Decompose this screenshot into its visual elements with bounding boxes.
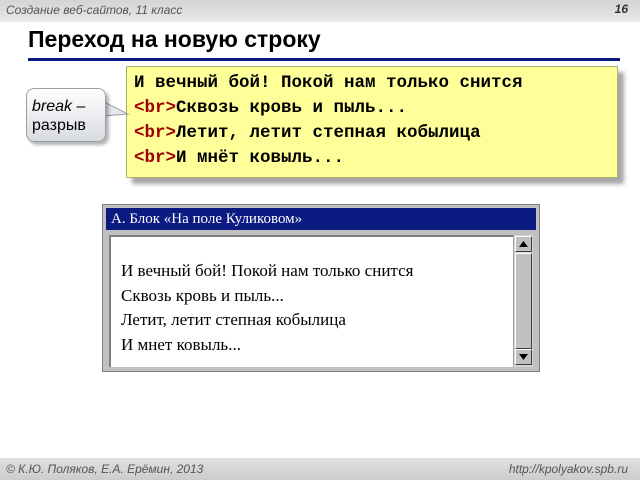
code-line-text: Летит, летит степная кобылица bbox=[176, 123, 481, 143]
code-line-3: <br>Летит, летит степная кобылица bbox=[134, 121, 617, 146]
poem-line: И мнет ковыль... bbox=[121, 334, 241, 354]
poem-line: Летит, летит степная кобылица bbox=[121, 310, 346, 329]
browser-title-bar: А. Блок «На поле Куликовом» bbox=[106, 208, 536, 230]
br-tag: <br> bbox=[134, 148, 177, 168]
slide-number: 16 bbox=[614, 2, 628, 16]
footer-authors: © К.Ю. Поляков, Е.А. Ерёмин, 2013 bbox=[6, 462, 204, 476]
br-tag: <br> bbox=[134, 123, 177, 143]
callout-text: break – разрыв bbox=[32, 97, 86, 135]
br-tag: <br> bbox=[134, 98, 177, 118]
course-label: Создание веб-сайтов, 11 класс bbox=[6, 3, 183, 17]
callout-term: break bbox=[32, 98, 73, 115]
scroll-up-button[interactable] bbox=[515, 236, 532, 252]
arrow-up-icon bbox=[519, 241, 528, 247]
callout-dash: – bbox=[72, 98, 86, 115]
arrow-down-icon bbox=[519, 354, 528, 360]
browser-window: А. Блок «На поле Куликовом» И вечный бой… bbox=[102, 204, 540, 372]
browser-content: И вечный бой! Покой нам только снится Ск… bbox=[109, 235, 513, 367]
scroll-down-button[interactable] bbox=[515, 349, 532, 365]
footer-url[interactable]: http://kpolyakov.spb.ru bbox=[509, 462, 628, 476]
code-line-text: Сквозь кровь и пыль... bbox=[176, 98, 408, 118]
html-code-box: И вечный бой! Покой нам только снится <b… bbox=[126, 66, 618, 178]
callout-meaning: разрыв bbox=[32, 117, 86, 134]
footer-bar: © К.Ю. Поляков, Е.А. Ерёмин, 2013 http:/… bbox=[0, 458, 640, 480]
code-line-1: И вечный бой! Покой нам только снится bbox=[134, 73, 523, 93]
poem-line: Сквозь кровь и пыль... bbox=[121, 285, 284, 305]
vertical-scrollbar[interactable] bbox=[513, 235, 533, 367]
poem-line: И вечный бой! Покой нам только снится bbox=[121, 261, 414, 280]
code-line-2: <br>Сквозь кровь и пыль... bbox=[134, 96, 617, 121]
title-underline bbox=[28, 58, 620, 61]
code-line-text: И мнёт ковыль... bbox=[176, 148, 345, 168]
scroll-thumb[interactable] bbox=[515, 253, 532, 349]
code-line-4: <br>И мнёт ковыль... bbox=[134, 146, 617, 171]
slide-title: Переход на новую строку bbox=[28, 26, 321, 52]
callout-pointer bbox=[104, 101, 130, 117]
top-bar: Создание веб-сайтов, 11 класс 16 bbox=[0, 0, 640, 22]
callout-break: break – разрыв bbox=[26, 88, 106, 142]
